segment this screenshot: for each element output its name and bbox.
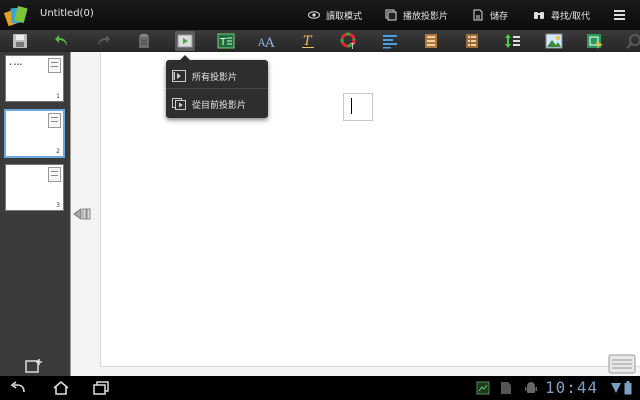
svg-text:T: T — [303, 34, 313, 49]
text-box[interactable] — [343, 93, 373, 121]
overflow-menu-icon[interactable] — [613, 8, 626, 21]
app-logo-icon[interactable] — [4, 3, 30, 27]
search-icon[interactable] — [624, 31, 640, 51]
slide-number: 2 — [56, 148, 60, 155]
notes-toggle-icon[interactable] — [608, 354, 636, 374]
slide-preview-text: • ••• — [9, 62, 23, 68]
play-slideshow-menu: 所有投影片 從目前投影片 — [166, 60, 268, 118]
document-notification-icon[interactable] — [500, 381, 512, 395]
line-spacing-icon[interactable] — [503, 31, 523, 51]
menu-item-label: 所有投影片 — [192, 72, 238, 83]
from-current-icon — [172, 98, 186, 110]
color-icon[interactable]: T — [339, 31, 359, 51]
save-label: 儲存 — [490, 11, 509, 22]
notes-icon — [48, 58, 61, 73]
add-slide-icon[interactable] — [24, 358, 44, 374]
insert-image-icon[interactable] — [544, 31, 564, 51]
binoculars-icon — [534, 12, 544, 19]
find-replace-label: 尋找/取代 — [551, 11, 591, 22]
align-icon[interactable] — [380, 31, 400, 51]
list-icon[interactable] — [421, 31, 441, 51]
menu-item-from-current[interactable]: 從目前投影片 — [166, 90, 268, 118]
slide-thumbnail-2[interactable]: 2 — [4, 109, 65, 158]
save-doc-icon — [473, 9, 483, 21]
save-button[interactable]: 儲存 — [472, 0, 508, 30]
find-replace-button[interactable]: 尋找/取代 — [533, 0, 590, 30]
collapse-panel-icon[interactable] — [73, 207, 91, 221]
svg-text:A: A — [264, 36, 275, 49]
svg-text:T: T — [219, 37, 227, 48]
textbox-icon[interactable]: T — [216, 31, 236, 51]
notes-icon — [48, 167, 61, 182]
notes-icon — [48, 113, 61, 128]
eye-icon — [308, 11, 320, 19]
text-cursor — [351, 98, 352, 114]
back-icon[interactable] — [10, 380, 28, 396]
undo-icon[interactable] — [52, 31, 72, 51]
font-size-icon[interactable]: AA — [257, 31, 277, 51]
menu-item-all-slides[interactable]: 所有投影片 — [166, 62, 268, 90]
read-mode-button[interactable]: 讀取模式 — [308, 0, 362, 30]
slide-number: 1 — [56, 93, 60, 100]
save-icon[interactable] — [10, 31, 30, 51]
font-style-icon[interactable]: T — [298, 31, 318, 51]
play-slides-label: 播放投影片 — [403, 11, 449, 22]
recent-apps-icon[interactable] — [92, 380, 110, 396]
slide-thumbnail-3[interactable]: 3 — [5, 164, 64, 211]
battery-icon — [624, 381, 632, 395]
home-icon[interactable] — [52, 380, 70, 396]
svg-text:T: T — [349, 42, 355, 50]
slides-icon — [385, 9, 397, 21]
status-clock: 10:44 — [545, 378, 599, 397]
all-slides-icon — [172, 70, 186, 82]
wifi-icon — [611, 383, 621, 393]
slide-thumbnail-1[interactable]: • ••• 1 — [5, 55, 64, 102]
play-slides-button[interactable]: 播放投影片 — [385, 0, 448, 30]
menu-item-label: 從目前投影片 — [192, 100, 247, 111]
clipboard-icon[interactable] — [134, 31, 154, 51]
shape-icon[interactable] — [585, 31, 605, 51]
screenshot-notification-icon[interactable] — [476, 381, 490, 395]
redo-icon[interactable] — [93, 31, 113, 51]
slide-number: 3 — [56, 202, 60, 209]
list-format-icon[interactable] — [462, 31, 482, 51]
play-slideshow-icon[interactable] — [175, 31, 195, 51]
android-debug-icon[interactable] — [524, 381, 538, 395]
read-mode-label: 讀取模式 — [326, 11, 363, 22]
document-title: Untitled(0) — [40, 8, 94, 19]
menu-separator — [166, 88, 268, 89]
